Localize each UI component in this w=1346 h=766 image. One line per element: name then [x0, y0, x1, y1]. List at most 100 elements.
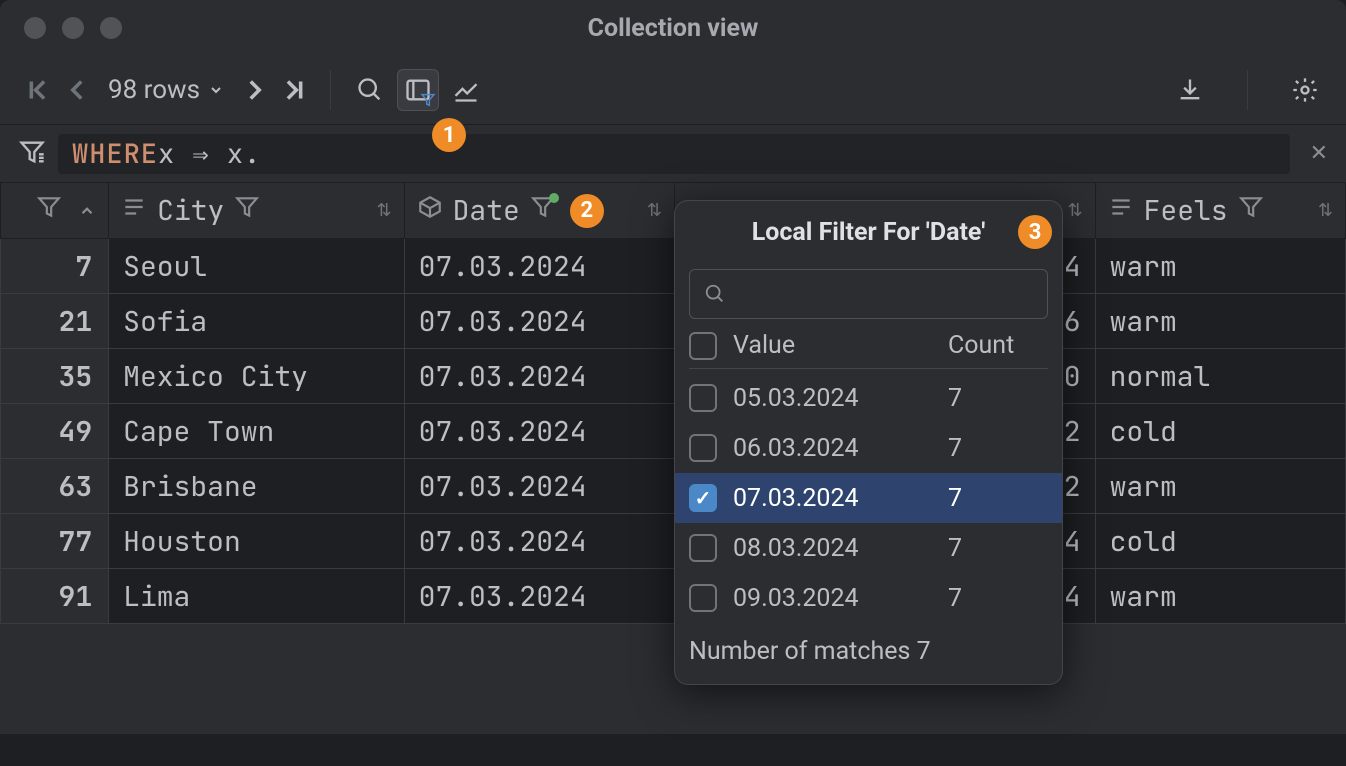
- row-number-cell: 77: [1, 514, 109, 569]
- feels-cell[interactable]: warm: [1095, 294, 1345, 349]
- sort-icon[interactable]: ⇅: [377, 200, 392, 221]
- row-count-label: 98 rows: [108, 75, 200, 105]
- filter-checkbox[interactable]: [689, 434, 717, 462]
- callout-badge-2: 2: [570, 194, 604, 228]
- filter-option-row[interactable]: 07.03.20247: [675, 473, 1062, 523]
- text-column-icon: [1108, 194, 1134, 227]
- filter-checkbox[interactable]: [689, 484, 717, 512]
- minimize-window-button[interactable]: [62, 17, 84, 39]
- select-all-checkbox[interactable]: [689, 332, 717, 360]
- date-cell[interactable]: 07.03.2024: [404, 459, 674, 514]
- table-row[interactable]: 7Seoul07.03.20244warm: [1, 239, 1346, 294]
- zoom-window-button[interactable]: [100, 17, 122, 39]
- filter-count: 7: [948, 434, 1048, 463]
- prev-page-button[interactable]: [60, 73, 94, 107]
- city-cell[interactable]: Sofia: [109, 294, 404, 349]
- date-cell[interactable]: 07.03.2024: [404, 514, 674, 569]
- feels-cell[interactable]: normal: [1095, 349, 1345, 404]
- close-filter-button[interactable]: ✕: [1310, 141, 1328, 166]
- funnel-overlay-icon: [420, 92, 436, 108]
- table-row[interactable]: 49Cape Town07.03.20242cold: [1, 404, 1346, 459]
- close-window-button[interactable]: [24, 17, 46, 39]
- where-keyword: WHERE: [72, 136, 158, 172]
- popup-title: Local Filter For 'Date': [752, 218, 986, 247]
- callout-badge-3: 3: [1018, 215, 1052, 249]
- toolbar-divider: [330, 70, 331, 110]
- sort-icon[interactable]: ⇅: [1318, 200, 1333, 221]
- row-number-cell: 21: [1, 294, 109, 349]
- popup-column-headers: Value Count: [675, 331, 1062, 368]
- filter-criteria-icon[interactable]: [18, 138, 46, 170]
- filter-count: 7: [948, 384, 1048, 413]
- funnel-icon[interactable]: [1238, 194, 1264, 227]
- filter-checkbox[interactable]: [689, 534, 717, 562]
- callout-badge-1: 1: [432, 118, 466, 152]
- chart-button[interactable]: [445, 69, 487, 111]
- data-grid: City ⇅ Date 2 ⇅: [0, 182, 1346, 734]
- where-expression: x ⇒ x.: [158, 136, 261, 172]
- download-button[interactable]: [1169, 69, 1211, 111]
- chevron-down-icon: [208, 82, 224, 98]
- city-cell[interactable]: Lima: [109, 569, 404, 624]
- next-page-button[interactable]: [238, 73, 272, 107]
- first-page-button[interactable]: [20, 73, 54, 107]
- filter-option-row[interactable]: 08.03.20247: [675, 523, 1062, 573]
- table-row[interactable]: 91Lima07.03.20244warm: [1, 569, 1346, 624]
- city-cell[interactable]: Houston: [109, 514, 404, 569]
- window-title: Collection view: [588, 14, 759, 43]
- city-cell[interactable]: Seoul: [109, 239, 404, 294]
- filter-toggle-button[interactable]: [397, 69, 439, 111]
- column-header-rownum[interactable]: [1, 183, 109, 239]
- sort-icon[interactable]: ⇅: [1068, 200, 1083, 221]
- table-row[interactable]: 77Houston07.03.20244cold: [1, 514, 1346, 569]
- toolbar: 98 rows: [0, 56, 1346, 124]
- popup-value-header: Value: [733, 331, 948, 360]
- text-column-icon: [121, 194, 147, 227]
- city-cell[interactable]: Cape Town: [109, 404, 404, 459]
- where-clause-input[interactable]: WHERE x ⇒ x.: [58, 134, 1290, 174]
- filter-value: 06.03.2024: [733, 434, 948, 463]
- table-row[interactable]: 21Sofia07.03.20246warm: [1, 294, 1346, 349]
- feels-cell[interactable]: warm: [1095, 239, 1345, 294]
- feels-cell[interactable]: cold: [1095, 514, 1345, 569]
- funnel-icon[interactable]: [530, 194, 556, 227]
- date-cell[interactable]: 07.03.2024: [404, 349, 674, 404]
- row-count-dropdown[interactable]: 98 rows: [108, 75, 224, 105]
- filter-value: 05.03.2024: [733, 384, 948, 413]
- search-button[interactable]: [349, 69, 391, 111]
- filter-option-row[interactable]: 09.03.20247: [675, 573, 1062, 623]
- popup-count-header: Count: [948, 331, 1048, 360]
- column-header-date[interactable]: Date 2 ⇅: [404, 183, 674, 239]
- date-cell[interactable]: 07.03.2024: [404, 294, 674, 349]
- filter-checkbox[interactable]: [689, 584, 717, 612]
- date-cell[interactable]: 07.03.2024: [404, 404, 674, 459]
- filter-checkbox[interactable]: [689, 384, 717, 412]
- funnel-icon[interactable]: [234, 194, 260, 227]
- sort-icon[interactable]: ⇅: [647, 200, 662, 221]
- row-number-cell: 7: [1, 239, 109, 294]
- filter-option-row[interactable]: 05.03.20247: [675, 373, 1062, 423]
- column-label: City: [157, 192, 224, 229]
- settings-button[interactable]: [1284, 69, 1326, 111]
- city-cell[interactable]: Mexico City: [109, 349, 404, 404]
- feels-cell[interactable]: warm: [1095, 459, 1345, 514]
- row-number-cell: 49: [1, 404, 109, 459]
- column-header-city[interactable]: City ⇅: [109, 183, 404, 239]
- chevron-up-icon: [78, 194, 96, 227]
- last-page-button[interactable]: [278, 73, 312, 107]
- filter-value: 07.03.2024: [733, 484, 948, 513]
- city-cell[interactable]: Brisbane: [109, 459, 404, 514]
- feels-cell[interactable]: warm: [1095, 569, 1345, 624]
- filter-option-row[interactable]: 06.03.20247: [675, 423, 1062, 473]
- object-column-icon: [417, 194, 443, 227]
- date-cell[interactable]: 07.03.2024: [404, 569, 674, 624]
- table-row[interactable]: 35Mexico City07.03.20240normal: [1, 349, 1346, 404]
- feels-cell[interactable]: cold: [1095, 404, 1345, 459]
- filter-value: 09.03.2024: [733, 584, 948, 613]
- date-cell[interactable]: 07.03.2024: [404, 239, 674, 294]
- active-filter-dot: [549, 193, 559, 203]
- table-row[interactable]: 63Brisbane07.03.20242warm: [1, 459, 1346, 514]
- column-header-feels[interactable]: Feels ⇅: [1095, 183, 1345, 239]
- popup-search-input[interactable]: [689, 269, 1048, 319]
- funnel-icon: [36, 194, 62, 227]
